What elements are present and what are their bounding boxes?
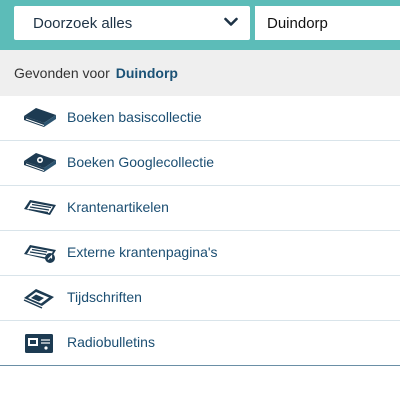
results-heading-prefix: Gevonden voor: [14, 65, 110, 81]
radio-icon: [25, 334, 53, 353]
book-icon: [24, 108, 56, 127]
result-item-label: Radiobulletins: [67, 334, 155, 350]
search-bar: Doorzoek alles: [0, 0, 400, 50]
result-item-tijdschriften[interactable]: Tijdschriften: [0, 276, 400, 321]
chevron-down-icon: [224, 17, 238, 26]
result-item-label: Externe krantenpagina's: [67, 244, 218, 260]
result-item-externe-krantenpaginas[interactable]: Externe krantenpagina's: [0, 231, 400, 276]
result-item-label: Boeken Googlecollectie: [67, 154, 215, 170]
book-google-icon: [24, 153, 56, 172]
external-newspaper-icon: [24, 245, 56, 263]
result-item-label: Boeken basiscollectie: [67, 109, 202, 125]
result-item-boeken-googlecollectie[interactable]: Boeken Googlecollectie: [0, 141, 400, 186]
result-item-boeken-basiscollectie[interactable]: Boeken basiscollectie: [0, 96, 400, 141]
result-item-label: Tijdschriften: [67, 289, 142, 305]
result-item-label: Krantenartikelen: [67, 199, 169, 215]
results-heading: Gevonden voor Duindorp: [0, 50, 400, 96]
results-heading-term: Duindorp: [115, 65, 178, 81]
scope-select-value: Doorzoek alles: [33, 15, 133, 32]
search-input[interactable]: [255, 6, 400, 40]
scope-select[interactable]: Doorzoek alles: [14, 6, 250, 40]
result-item-radiobulletins[interactable]: Radiobulletins: [0, 321, 400, 366]
result-item-krantenartikelen[interactable]: Krantenartikelen: [0, 186, 400, 231]
magazine-icon: [23, 289, 54, 309]
newspaper-icon: [24, 200, 56, 215]
result-category-list: Boeken basiscollectie Boeken Googlecolle…: [0, 96, 400, 366]
